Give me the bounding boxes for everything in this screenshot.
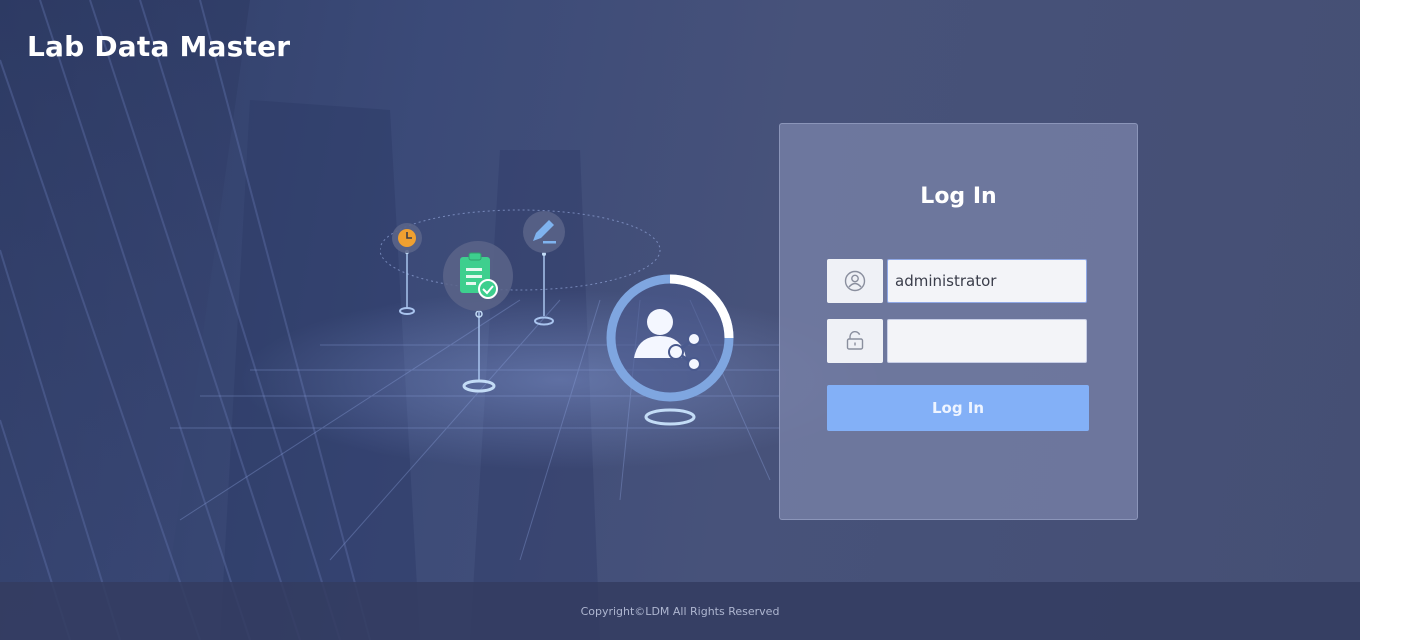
user-icon	[827, 259, 883, 303]
password-row	[827, 319, 1088, 363]
user-share-icon	[606, 274, 734, 402]
login-heading: Log In	[920, 184, 997, 209]
clipboard-check-icon	[443, 241, 513, 311]
data-network-illustration	[380, 209, 734, 426]
username-input[interactable]	[887, 259, 1087, 303]
login-button[interactable]: Log In	[827, 385, 1089, 431]
password-input[interactable]	[887, 319, 1087, 363]
lock-icon	[827, 319, 883, 363]
clock-icon	[392, 223, 422, 253]
copyright-text: Copyright©LDM All Rights Reserved	[580, 604, 780, 618]
footer: Copyright©LDM All Rights Reserved	[0, 582, 1360, 640]
username-row	[827, 259, 1088, 303]
login-page: Lab Data Master Log In administrator Log…	[0, 0, 1360, 640]
pencil-icon	[523, 211, 565, 253]
app-title: Lab Data Master	[27, 30, 291, 63]
login-form: Log In Log In	[779, 123, 1138, 520]
